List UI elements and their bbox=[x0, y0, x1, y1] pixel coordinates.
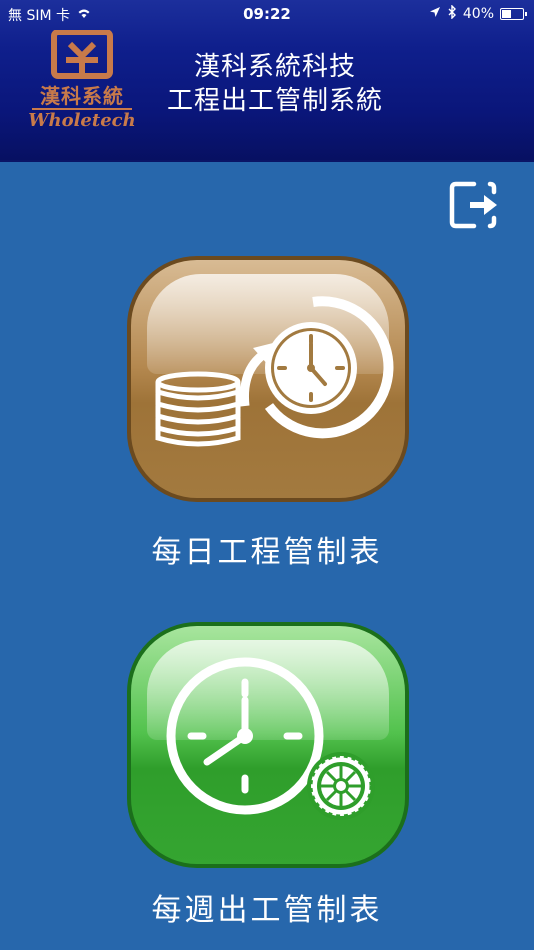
company-logo: 漢科系統 Wholetech bbox=[26, 29, 138, 134]
weekly-dispatch-button[interactable] bbox=[127, 622, 409, 868]
status-bar: 無 SIM 卡 09:22 40% bbox=[0, 0, 534, 28]
bluetooth-icon bbox=[447, 4, 457, 23]
logout-button[interactable] bbox=[446, 176, 504, 234]
app-title-line1: 漢科系統科技 bbox=[193, 52, 356, 82]
daily-engineering-label[interactable]: 每日工程管制表 bbox=[0, 527, 534, 571]
status-right: 40% bbox=[429, 4, 527, 23]
clock-gear-icon bbox=[166, 657, 375, 820]
logo-mark-icon bbox=[51, 29, 113, 79]
battery-percent: 40% bbox=[462, 6, 494, 22]
logo-english-text: Wholetech bbox=[28, 110, 136, 131]
coins-clock-icon bbox=[155, 296, 394, 447]
battery-icon bbox=[500, 8, 527, 20]
location-icon bbox=[429, 6, 441, 22]
weekly-dispatch-label[interactable]: 每週出工管制表 bbox=[0, 885, 534, 929]
logo-chinese-text: 漢科系統 bbox=[40, 84, 124, 108]
app-title-line2: 工程出工管制系統 bbox=[166, 86, 383, 116]
daily-engineering-button[interactable] bbox=[127, 256, 409, 502]
app-header: 無 SIM 卡 09:22 40% 漢科系統 Wholetech 漢科系統科技 … bbox=[0, 0, 534, 162]
logout-icon bbox=[449, 181, 497, 229]
